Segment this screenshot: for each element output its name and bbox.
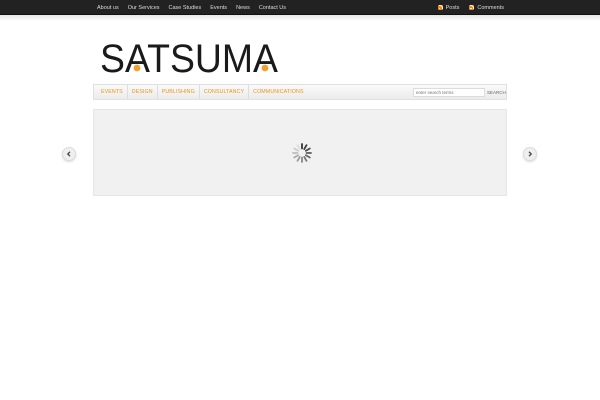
category-publishing[interactable]: PUBLISHING <box>158 85 200 99</box>
category-bar: EVENTS DESIGN PUBLISHING CONSULTANCY COM… <box>93 84 507 100</box>
chevron-right-icon <box>528 151 533 157</box>
top-navigation: About us Our Services Case Studies Event… <box>97 0 295 15</box>
posts-feed-link[interactable]: Posts <box>437 4 460 11</box>
category-consultancy[interactable]: CONSULTANCY <box>200 85 250 99</box>
comments-feed-label: Comments <box>477 4 504 11</box>
rss-icon <box>469 5 475 10</box>
logo-text: SATSUMA <box>100 38 278 78</box>
nav-our-services[interactable]: Our Services <box>128 5 160 11</box>
top-bar: About us Our Services Case Studies Event… <box>0 0 600 15</box>
logo-dot-right <box>261 64 269 72</box>
chevron-left-icon <box>66 151 71 157</box>
featured-slider <box>93 109 507 196</box>
rss-icon <box>437 5 443 10</box>
slider-prev-button[interactable] <box>62 147 76 161</box>
slider-next-button[interactable] <box>523 147 537 161</box>
feed-links: Posts Comments <box>428 0 504 15</box>
category-events[interactable]: EVENTS <box>97 85 128 99</box>
nav-events[interactable]: Events <box>210 5 227 11</box>
site-logo[interactable]: SATSUMA <box>100 38 280 78</box>
nav-case-studies[interactable]: Case Studies <box>169 5 202 11</box>
top-bar-shadow <box>0 15 600 21</box>
category-nav: EVENTS DESIGN PUBLISHING CONSULTANCY COM… <box>97 85 308 99</box>
category-communications[interactable]: COMMUNICATIONS <box>249 85 307 99</box>
comments-feed-link[interactable]: Comments <box>469 5 504 11</box>
category-design[interactable]: DESIGN <box>128 85 158 99</box>
logo-dot-left <box>133 64 141 72</box>
nav-news[interactable]: News <box>236 5 250 11</box>
loading-spinner-icon <box>292 143 312 163</box>
search-input[interactable] <box>413 88 485 97</box>
nav-contact-us[interactable]: Contact Us <box>259 5 286 11</box>
nav-about-us[interactable]: About us <box>97 5 119 11</box>
posts-feed-label: Posts <box>445 4 460 11</box>
search-button[interactable]: SEARCH <box>487 88 506 97</box>
